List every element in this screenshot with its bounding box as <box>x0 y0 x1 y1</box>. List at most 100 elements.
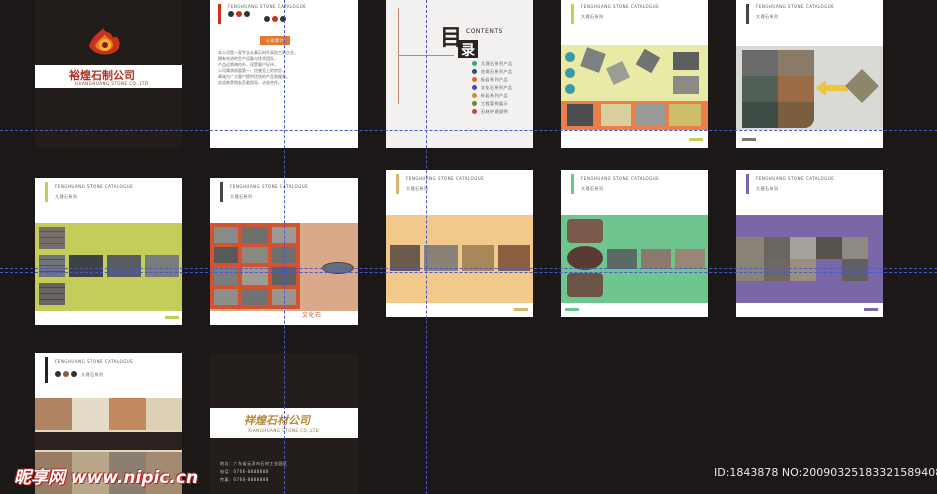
page5-slate-3 <box>742 76 778 102</box>
page6-stone-3 <box>145 255 179 277</box>
guide-vertical-1[interactable] <box>284 0 285 494</box>
intro-dot-2 <box>236 11 242 17</box>
toc-dot-7 <box>472 109 477 114</box>
page5-slate-4 <box>778 76 814 102</box>
page5-slate-5 <box>742 102 778 128</box>
page6-stone-2 <box>107 255 141 277</box>
page5-footer-mark <box>742 138 756 141</box>
intro-body: 本公司是一家专业从事石材开采加工的企业， 拥有先进的生产设备与技术团队， 产品远… <box>218 50 352 86</box>
toc-heading: CONTENTS <box>466 28 503 35</box>
catalog-page-green-band[interactable]: FENGHUANG STONE CATALOGUE 大理石系列 <box>561 170 708 317</box>
image-id-watermark: ID:1843878 NO:20090325183321589408 <box>714 466 937 479</box>
page4-catalog-header: FENGHUANG STONE CATALOGUE <box>581 4 660 9</box>
catalog-page-tan-band[interactable]: FENGHUANG STONE CATALOGUE 大理石系列 <box>386 170 533 317</box>
page4-tile-4 <box>673 52 699 70</box>
guide-horizontal-1[interactable] <box>0 130 937 131</box>
guide-horizontal-2[interactable] <box>0 268 937 269</box>
page11-catalog-header: FENGHUANG STONE CATALOGUE <box>55 359 134 364</box>
cover-page[interactable]: 裕煌石制公司 GUANGHUANG STONE CO.,LTD <box>35 0 182 148</box>
page8-header-bar <box>396 174 399 194</box>
page8-catalog-header: FENGHUANG STONE CATALOGUE <box>406 176 485 181</box>
toc-vertical-line <box>398 8 399 104</box>
page6-footer-mark <box>165 316 179 319</box>
intro-catalog-header: FENGHUANG STONE CATALOGUE <box>228 4 307 9</box>
page4-series-label: 大理石系列 <box>581 14 604 19</box>
intro-dot-3 <box>244 11 250 17</box>
back-cover-company-name: 祥煌石材公司 <box>244 414 310 427</box>
page9-header-bar <box>571 174 574 194</box>
page11-marble-4 <box>146 398 182 430</box>
cover-company-sub: GUANGHUANG STONE CO.,LTD <box>75 81 149 86</box>
toc-dot-3 <box>472 77 477 82</box>
intro-dot-5 <box>272 16 278 22</box>
page4-footer-mark <box>689 138 703 141</box>
page5-slate-6 <box>778 102 814 128</box>
intro-dot-6 <box>280 16 286 22</box>
toc-item-label-5: 砂岩系列产品 <box>481 93 508 98</box>
page10-footer-mark <box>864 308 878 311</box>
page7-red-frame <box>210 223 300 309</box>
page7-stone-7 <box>214 267 238 285</box>
intro-line-6: 欢迎各界朋友莅临指导，洽谈合作。 <box>218 80 282 85</box>
page11-marble-3 <box>109 398 146 430</box>
site-watermark: 昵享网 www.nipic.cn <box>14 468 199 488</box>
back-cover-contact-1: 地址：广东省云浮市石材工业园区 <box>220 461 288 466</box>
page7-culture-stone-label: 文化石 <box>302 312 322 319</box>
page7-stone-8 <box>242 267 268 285</box>
back-cover-contact-2: 电话：0766-8888888 <box>220 469 269 474</box>
page5-series-label: 大理石系列 <box>756 14 779 19</box>
catalog-page-slate[interactable]: FENGHUANG STONE CATALOGUE 大理石系列 <box>736 0 883 148</box>
page5-photo-block <box>742 50 814 128</box>
catalog-page-purple-band[interactable]: FENGHUANG STONE CATALOGUE 大理石系列 <box>736 170 883 317</box>
guide-vertical-2[interactable] <box>426 0 427 494</box>
page7-stone-2 <box>242 227 268 243</box>
page10-stone-6 <box>764 259 790 281</box>
back-cover-contact-3: 传真：0766-8888888 <box>220 477 269 482</box>
page7-stone-1 <box>214 227 238 243</box>
page4-header-bar <box>571 4 574 24</box>
page10-catalog-header: FENGHUANG STONE CATALOGUE <box>756 176 835 181</box>
page9-stone-1 <box>607 249 637 269</box>
page9-stone-2 <box>641 249 671 269</box>
page11-black-band <box>35 432 182 450</box>
page4-teal-dot-3 <box>565 84 575 94</box>
guide-horizontal-3[interactable] <box>0 272 937 273</box>
page11-dot-3 <box>71 371 77 377</box>
page4-stone-2 <box>601 104 631 126</box>
arrow-left-icon <box>816 80 848 100</box>
page6-header-bar <box>45 182 48 202</box>
catalog-page-granite-tiles[interactable]: FENGHUANG STONE CATALOGUE 大理石系列 <box>561 0 708 148</box>
catalog-page-brick[interactable]: FENGHUANG STONE CATALOGUE 大理石系列 <box>35 178 182 325</box>
page7-stone-11 <box>242 289 268 305</box>
page7-stone-4 <box>214 247 238 263</box>
page7-series-label: 大理石系列 <box>230 194 253 199</box>
toc-page[interactable]: 目 录 CONTENTS 大理石系列产品 花岗石系列产品 板岩系列产品 文化石系… <box>386 0 533 148</box>
page11-header-bar <box>45 357 48 383</box>
page9-series-label: 大理石系列 <box>581 186 604 191</box>
page10-stone-5 <box>842 237 868 259</box>
page5-slate-1 <box>742 50 778 76</box>
page7-stone-5 <box>242 247 268 263</box>
page4-teal-dot-2 <box>565 68 575 78</box>
page9-footer-mark <box>565 308 579 311</box>
page6-stone-1 <box>69 255 103 277</box>
page4-stone-4 <box>669 104 701 126</box>
toc-item-label-6: 工程案例展示 <box>481 101 508 106</box>
page9-table-2 <box>567 246 603 270</box>
page11-marble-2 <box>72 398 109 430</box>
page4-stone-3 <box>635 104 665 126</box>
toc-item-label-3: 板岩系列产品 <box>481 77 508 82</box>
page10-stone-7 <box>790 259 816 281</box>
page7-header-bar <box>220 182 223 202</box>
toc-dot-1 <box>472 61 477 66</box>
page11-dot-1 <box>55 371 61 377</box>
page10-stone-2 <box>764 237 790 259</box>
toc-dot-6 <box>472 101 477 106</box>
page6-brick-1 <box>39 227 65 249</box>
intro-title: 公司简介 <box>266 38 284 43</box>
toc-dot-4 <box>472 85 477 90</box>
page4-teal-dot-1 <box>565 52 575 62</box>
page7-stone-10 <box>214 289 238 305</box>
page9-stone-3 <box>675 249 705 269</box>
page6-brick-2 <box>39 255 65 277</box>
